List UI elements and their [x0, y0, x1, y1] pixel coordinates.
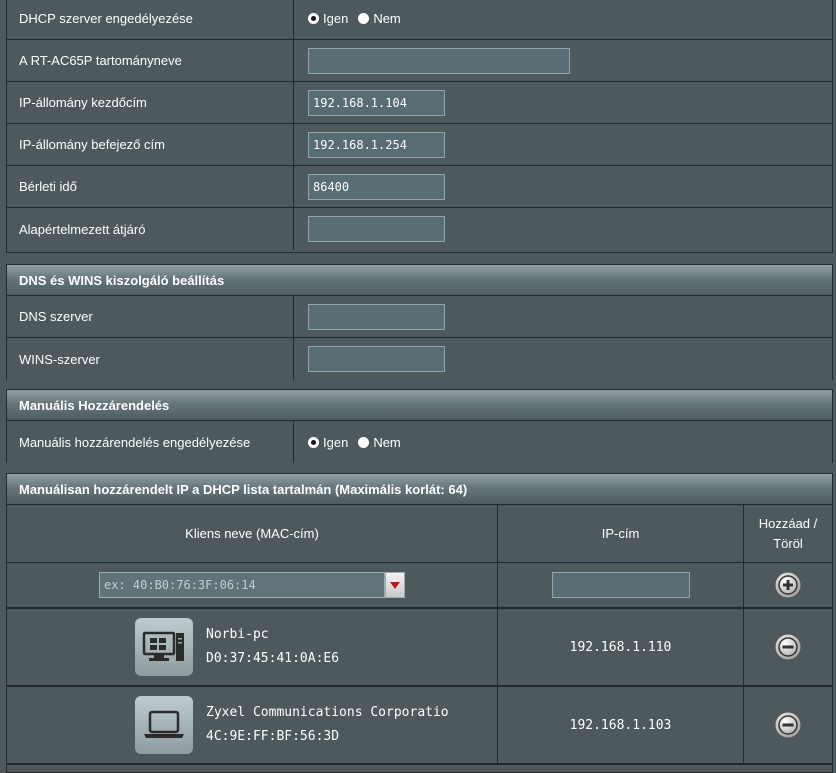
list-input-row: ex: 40:B0:76:3F:06:14 [7, 563, 832, 609]
domain-name-label: A RT-AC65P tartományneve [7, 40, 294, 81]
radio-label: Igen [323, 434, 349, 450]
radio-selected-icon [308, 13, 319, 24]
lease-time-row: Bérleti idő 86400 [7, 166, 832, 208]
pool-start-input[interactable]: 192.168.1.104 [308, 89, 445, 116]
dns-wins-section: DNS és WINS kiszolgáló beállítás DNS sze… [6, 264, 833, 380]
domain-name-input[interactable] [308, 47, 570, 74]
add-button[interactable] [774, 571, 802, 599]
pool-end-input[interactable]: 192.168.1.254 [308, 131, 445, 158]
mac-input[interactable]: ex: 40:B0:76:3F:06:14 [99, 572, 385, 598]
manual-enable-label: Manuális hozzárendelés engedélyezése [7, 421, 294, 463]
client-mac: 4C:9E:FF:BF:56:3D [206, 729, 340, 744]
radio-label: Igen [323, 11, 349, 26]
col-ip-header: IP-cím [498, 505, 744, 562]
manual-enable-no-radio[interactable]: Nem [358, 434, 401, 450]
lease-time-input[interactable]: 86400 [308, 173, 445, 200]
radio-label: Nem [373, 434, 401, 450]
domain-name-row: A RT-AC65P tartományneve [7, 40, 832, 82]
client-mac: D0:37:45:41:0A:E6 [206, 651, 340, 666]
manual-list-section: Manuálisan hozzárendelt IP a DHCP lista … [6, 473, 833, 773]
client-name: Zyxel Communications Corporatio [206, 705, 449, 720]
list-row: Zyxel Communications Corporatio 4C:9E:FF… [7, 687, 832, 765]
client-name: Norbi-pc [206, 627, 269, 642]
delete-button[interactable] [774, 633, 802, 661]
client-ip: 192.168.1.103 [498, 687, 744, 763]
dns-server-label: DNS szerver [7, 296, 294, 337]
minus-icon [774, 711, 802, 739]
mac-combobox[interactable]: ex: 40:B0:76:3F:06:14 [99, 572, 405, 598]
pool-end-label: IP-állomány befejező cím [7, 124, 294, 165]
lease-time-label: Bérleti idő [7, 166, 294, 207]
laptop-icon [135, 696, 193, 754]
pool-start-row: IP-állomány kezdőcím 192.168.1.104 [7, 82, 832, 124]
col-client-header: Kliens neve (MAC-cím) [7, 505, 498, 562]
manual-enable-yes-radio[interactable]: Igen [308, 435, 348, 450]
ip-input[interactable] [551, 572, 690, 598]
dhcp-settings-section: DHCP szerver engedélyezése Igen Nem A RT… [6, 0, 833, 253]
list-header-row: Kliens neve (MAC-cím) IP-cím Hozzáad / T… [7, 505, 832, 563]
wins-server-input[interactable] [308, 346, 445, 372]
manual-assignment-title: Manuális Hozzárendelés [7, 390, 832, 421]
radio-label: Nem [373, 11, 401, 26]
dns-server-input[interactable] [308, 303, 445, 330]
dns-server-row: DNS szerver [7, 296, 832, 338]
manual-enable-row: Manuális hozzárendelés engedélyezése Ige… [7, 421, 832, 463]
plus-icon [774, 571, 802, 599]
col-action-header: Hozzáad / Töröl [758, 515, 818, 551]
gateway-label: Alapértelmezett átjáró [7, 208, 294, 250]
dhcp-enable-yes-radio[interactable]: Igen [308, 11, 348, 26]
radio-selected-icon [308, 436, 319, 448]
dhcp-enable-label: DHCP szerver engedélyezése [7, 0, 294, 39]
minus-icon [774, 633, 802, 661]
manual-assignment-section: Manuális Hozzárendelés Manuális hozzáren… [6, 389, 833, 463]
pool-end-row: IP-állomány befejező cím 192.168.1.254 [7, 124, 832, 166]
list-row: Norbi-pc D0:37:45:41:0A:E6 192.168.1.110 [7, 609, 832, 687]
wins-server-label: WINS-szerver [7, 338, 294, 380]
delete-button[interactable] [774, 711, 802, 739]
radio-unselected-icon [358, 436, 370, 448]
gateway-input[interactable] [308, 216, 445, 242]
dns-wins-title: DNS és WINS kiszolgáló beállítás [7, 265, 832, 296]
dropdown-arrow-icon[interactable] [385, 572, 405, 598]
client-ip: 192.168.1.110 [498, 609, 744, 685]
manual-list-title: Manuálisan hozzárendelt IP a DHCP lista … [7, 474, 832, 505]
gateway-row: Alapértelmezett átjáró [7, 208, 832, 250]
radio-unselected-icon [358, 13, 370, 24]
dhcp-enable-no-radio[interactable]: Nem [358, 11, 401, 26]
wins-server-row: WINS-szerver [7, 338, 832, 380]
desktop-icon [135, 618, 193, 676]
dhcp-enable-row: DHCP szerver engedélyezése Igen Nem [7, 0, 832, 40]
pool-start-label: IP-állomány kezdőcím [7, 82, 294, 123]
